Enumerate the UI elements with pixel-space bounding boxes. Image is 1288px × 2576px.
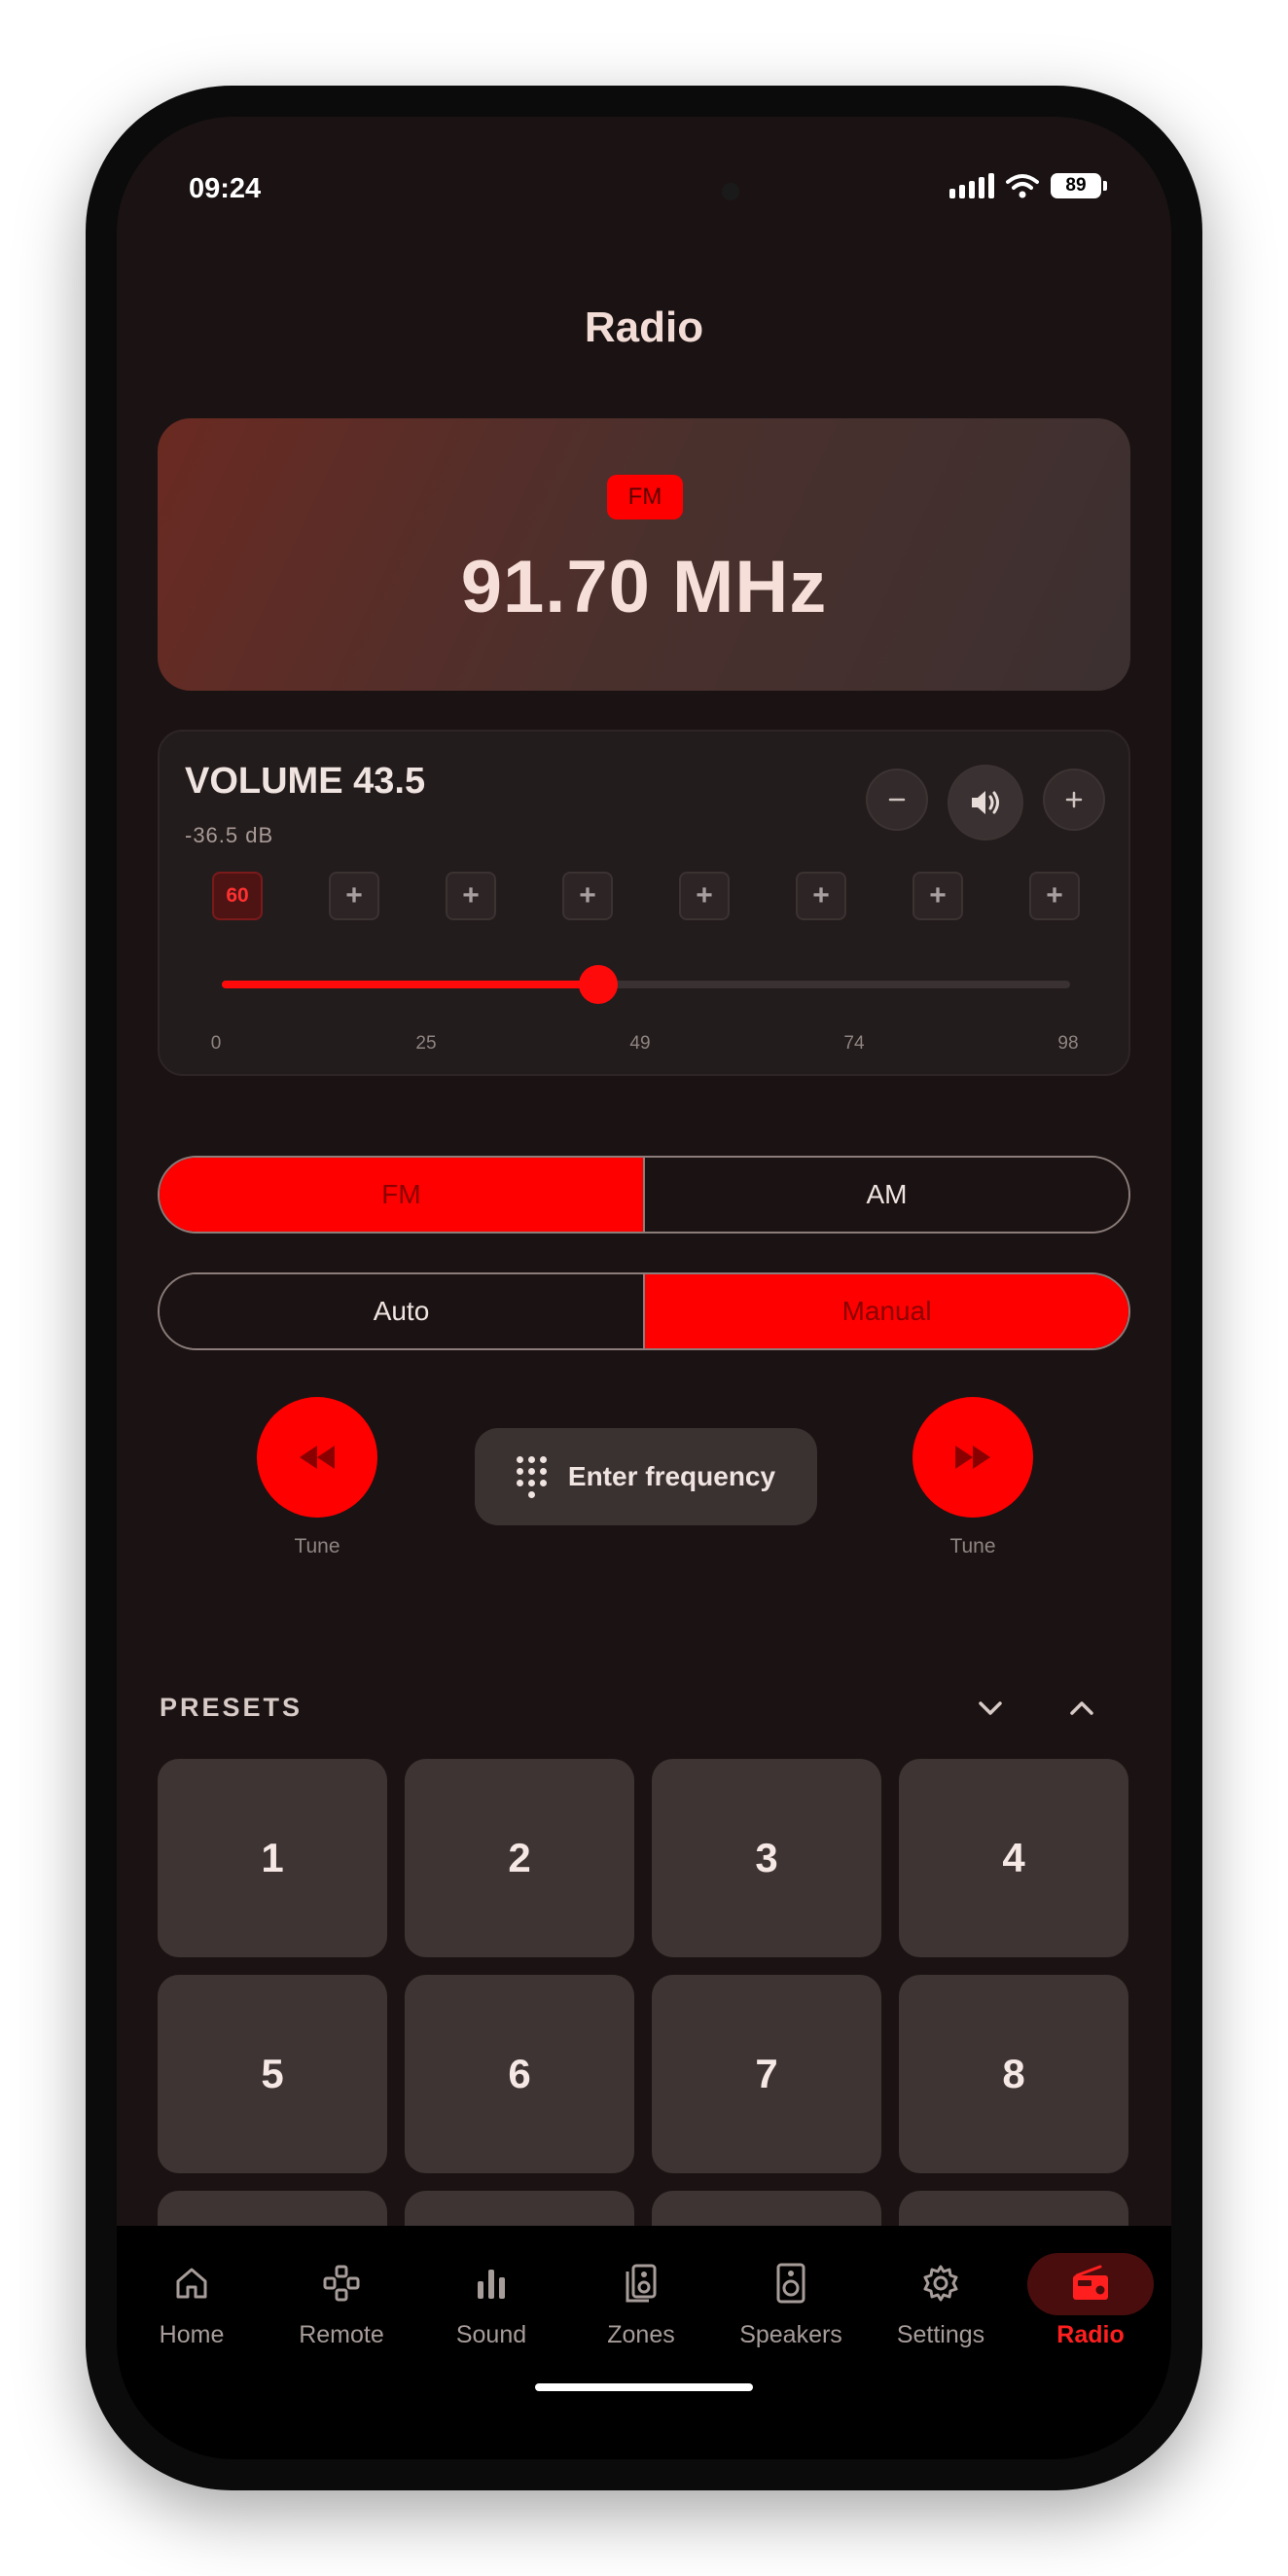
home-icon — [176, 2268, 207, 2299]
rewind-icon — [300, 1446, 335, 1469]
nav-label: Settings — [896, 2321, 985, 2348]
nav-label: Speakers — [739, 2321, 842, 2348]
presets-title: PRESETS — [160, 1693, 304, 1722]
nav-item-sound[interactable]: Sound — [416, 2247, 566, 2349]
status-icons: 89 — [949, 173, 1107, 198]
nav-label: Radio — [1056, 2321, 1125, 2348]
speaker-icon — [776, 2263, 805, 2304]
nav-label: Zones — [607, 2321, 675, 2348]
nav-item-home[interactable]: Home — [117, 2247, 267, 2349]
page-title: Radio — [584, 304, 704, 351]
nav-label: Home — [159, 2321, 225, 2348]
volume-db: -36.5 dB — [185, 823, 274, 847]
gear-icon — [923, 2265, 958, 2302]
nav-item-remote[interactable]: Remote — [267, 2247, 416, 2349]
nav-label: Sound — [455, 2321, 527, 2348]
gamepad-icon — [323, 2265, 360, 2302]
dialpad-icon — [516, 1455, 547, 1498]
mode-option-manual[interactable]: Manual — [643, 1274, 1128, 1348]
volume-label: VOLUME 43.5 — [185, 761, 426, 802]
tune-up-label: Tune — [949, 1535, 996, 1557]
phone-frame: 09:24 89 Radio FM 91.70 MHz VOLUME 43.5 … — [86, 86, 1202, 2490]
nav-item-settings[interactable]: Settings — [866, 2247, 1016, 2349]
preset-button[interactable]: 7 — [652, 1975, 881, 2173]
tune-down-label: Tune — [294, 1535, 340, 1557]
speaker-icon — [972, 791, 999, 814]
volume-tick: 98 — [1057, 1033, 1079, 1054]
chevron-down-icon — [979, 1701, 1002, 1715]
enter-frequency-label: Enter frequency — [567, 1461, 776, 1491]
nav-item-speakers[interactable]: Speakers — [716, 2247, 866, 2349]
volume-slider-thumb[interactable] — [579, 965, 619, 1004]
front-camera — [722, 183, 739, 200]
tune-up-button[interactable] — [912, 1397, 1033, 1518]
volume-preset-chip[interactable]: + — [912, 872, 963, 920]
mute-button[interactable] — [948, 765, 1023, 841]
band-selector: FM AM — [158, 1156, 1130, 1234]
home-indicator[interactable] — [535, 2383, 753, 2391]
volume-slider[interactable] — [222, 965, 1070, 1004]
volume-card: VOLUME 43.5 -36.5 dB 60 + + + + + + + 0 … — [158, 730, 1130, 1076]
fast-forward-icon — [955, 1446, 990, 1469]
bottom-nav: Home Remote Sound Zones Speakers Setting… — [117, 2226, 1171, 2459]
battery-icon: 89 — [1051, 173, 1107, 198]
preset-button[interactable]: 6 — [405, 1975, 634, 2173]
radio-icon — [1073, 2265, 1108, 2300]
minus-icon — [888, 798, 906, 802]
presets-scroll-up-button[interactable] — [1058, 1685, 1105, 1732]
volume-preset-chip[interactable]: + — [562, 872, 613, 920]
mode-option-auto[interactable]: Auto — [160, 1274, 643, 1348]
volume-up-button[interactable] — [1043, 769, 1105, 831]
signal-icon — [949, 173, 994, 198]
frequency-display: 91.70 MHz — [460, 546, 828, 628]
volume-preset-chip[interactable]: + — [796, 872, 846, 920]
volume-preset-chip[interactable]: + — [446, 872, 496, 920]
status-bar: 09:24 89 — [117, 117, 1171, 224]
enter-frequency-button[interactable]: Enter frequency — [475, 1428, 817, 1525]
band-option-am[interactable]: AM — [643, 1158, 1128, 1232]
volume-tick: 25 — [415, 1033, 437, 1054]
preset-button[interactable]: 1 — [158, 1759, 387, 1957]
volume-slider-fill — [222, 981, 599, 988]
volume-down-button[interactable] — [866, 769, 928, 831]
volume-preset-chip[interactable]: + — [1029, 872, 1080, 920]
volume-preset-chip[interactable]: 60 — [212, 872, 263, 920]
nav-item-radio[interactable]: Radio — [1016, 2247, 1165, 2349]
nav-item-zones[interactable]: Zones — [566, 2247, 716, 2349]
app-screen: 09:24 89 Radio FM 91.70 MHz VOLUME 43.5 … — [117, 117, 1171, 2459]
preset-button[interactable]: 2 — [405, 1759, 634, 1957]
preset-button[interactable]: 8 — [899, 1975, 1128, 2173]
presets-scroll-down-button[interactable] — [967, 1685, 1014, 1732]
nav-label: Remote — [299, 2321, 384, 2348]
band-badge: FM — [607, 475, 683, 519]
equalizer-icon — [478, 2270, 505, 2299]
volume-tick: 49 — [629, 1033, 651, 1054]
preset-button[interactable]: 4 — [899, 1759, 1128, 1957]
volume-tick: 0 — [210, 1033, 222, 1054]
plus-icon — [1065, 791, 1083, 808]
chevron-up-icon — [1070, 1701, 1093, 1715]
band-option-fm[interactable]: FM — [160, 1158, 643, 1232]
volume-preset-chip[interactable]: + — [679, 872, 730, 920]
wifi-icon — [1006, 174, 1039, 198]
preset-button[interactable]: 3 — [652, 1759, 881, 1957]
volume-preset-chip[interactable]: + — [329, 872, 379, 920]
now-playing-card: FM 91.70 MHz — [158, 418, 1130, 691]
mode-selector: Auto Manual — [158, 1272, 1130, 1350]
status-time: 09:24 — [189, 173, 262, 204]
zones-speaker-icon — [626, 2264, 657, 2303]
preset-button[interactable]: 5 — [158, 1975, 387, 2173]
tune-down-button[interactable] — [257, 1397, 377, 1518]
volume-tick: 74 — [843, 1033, 865, 1054]
